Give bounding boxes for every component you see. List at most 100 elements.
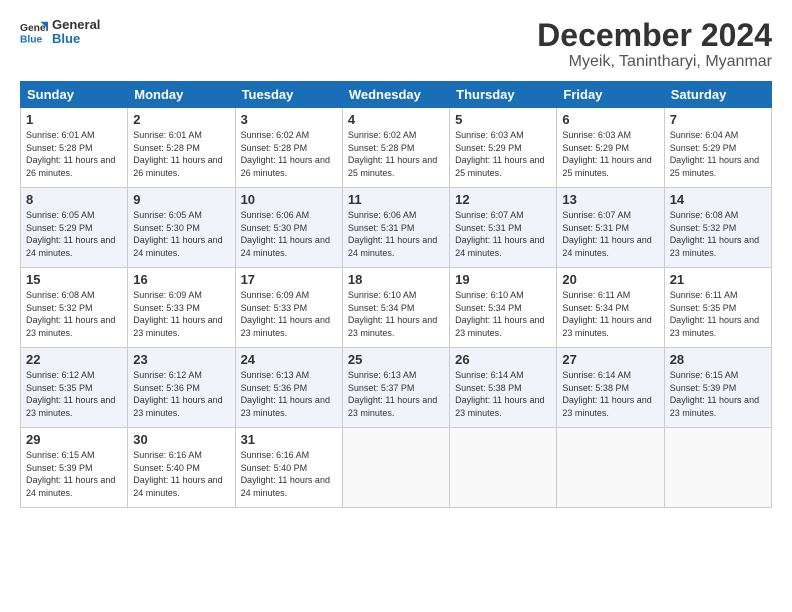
day-info: Sunrise: 6:07 AMSunset: 5:31 PMDaylight:…	[455, 210, 544, 258]
calendar-cell: 1 Sunrise: 6:01 AMSunset: 5:28 PMDayligh…	[21, 108, 128, 188]
calendar-cell	[450, 428, 557, 508]
day-info: Sunrise: 6:04 AMSunset: 5:29 PMDaylight:…	[670, 130, 759, 178]
day-number: 6	[562, 112, 658, 127]
calendar-table: SundayMondayTuesdayWednesdayThursdayFrid…	[20, 81, 772, 508]
calendar-cell: 9 Sunrise: 6:05 AMSunset: 5:30 PMDayligh…	[128, 188, 235, 268]
day-number: 3	[241, 112, 337, 127]
day-info: Sunrise: 6:15 AMSunset: 5:39 PMDaylight:…	[26, 450, 115, 498]
calendar-cell: 7 Sunrise: 6:04 AMSunset: 5:29 PMDayligh…	[664, 108, 771, 188]
day-info: Sunrise: 6:05 AMSunset: 5:30 PMDaylight:…	[133, 210, 222, 258]
day-number: 29	[26, 432, 122, 447]
day-info: Sunrise: 6:03 AMSunset: 5:29 PMDaylight:…	[562, 130, 651, 178]
day-info: Sunrise: 6:03 AMSunset: 5:29 PMDaylight:…	[455, 130, 544, 178]
day-info: Sunrise: 6:07 AMSunset: 5:31 PMDaylight:…	[562, 210, 651, 258]
day-info: Sunrise: 6:01 AMSunset: 5:28 PMDaylight:…	[26, 130, 115, 178]
calendar-cell: 13 Sunrise: 6:07 AMSunset: 5:31 PMDaylig…	[557, 188, 664, 268]
day-info: Sunrise: 6:16 AMSunset: 5:40 PMDaylight:…	[241, 450, 330, 498]
calendar-cell: 17 Sunrise: 6:09 AMSunset: 5:33 PMDaylig…	[235, 268, 342, 348]
day-info: Sunrise: 6:14 AMSunset: 5:38 PMDaylight:…	[562, 370, 651, 418]
day-number: 19	[455, 272, 551, 287]
day-number: 25	[348, 352, 444, 367]
day-number: 1	[26, 112, 122, 127]
day-number: 15	[26, 272, 122, 287]
weekday-header-saturday: Saturday	[664, 82, 771, 108]
calendar-cell: 23 Sunrise: 6:12 AMSunset: 5:36 PMDaylig…	[128, 348, 235, 428]
day-info: Sunrise: 6:11 AMSunset: 5:35 PMDaylight:…	[670, 290, 759, 338]
calendar-cell: 2 Sunrise: 6:01 AMSunset: 5:28 PMDayligh…	[128, 108, 235, 188]
day-number: 2	[133, 112, 229, 127]
day-number: 22	[26, 352, 122, 367]
title-block: December 2024 Myeik, Tanintharyi, Myanma…	[537, 18, 772, 71]
logo: General Blue General Blue	[20, 18, 100, 47]
logo-icon: General Blue	[20, 18, 48, 46]
calendar-cell: 29 Sunrise: 6:15 AMSunset: 5:39 PMDaylig…	[21, 428, 128, 508]
day-info: Sunrise: 6:06 AMSunset: 5:30 PMDaylight:…	[241, 210, 330, 258]
calendar-cell: 14 Sunrise: 6:08 AMSunset: 5:32 PMDaylig…	[664, 188, 771, 268]
day-info: Sunrise: 6:10 AMSunset: 5:34 PMDaylight:…	[348, 290, 437, 338]
calendar-cell: 12 Sunrise: 6:07 AMSunset: 5:31 PMDaylig…	[450, 188, 557, 268]
day-info: Sunrise: 6:02 AMSunset: 5:28 PMDaylight:…	[348, 130, 437, 178]
calendar-week-row: 8 Sunrise: 6:05 AMSunset: 5:29 PMDayligh…	[21, 188, 772, 268]
calendar-cell: 21 Sunrise: 6:11 AMSunset: 5:35 PMDaylig…	[664, 268, 771, 348]
day-info: Sunrise: 6:06 AMSunset: 5:31 PMDaylight:…	[348, 210, 437, 258]
day-info: Sunrise: 6:09 AMSunset: 5:33 PMDaylight:…	[133, 290, 222, 338]
calendar-body: 1 Sunrise: 6:01 AMSunset: 5:28 PMDayligh…	[21, 108, 772, 508]
calendar-cell: 5 Sunrise: 6:03 AMSunset: 5:29 PMDayligh…	[450, 108, 557, 188]
day-number: 30	[133, 432, 229, 447]
day-info: Sunrise: 6:15 AMSunset: 5:39 PMDaylight:…	[670, 370, 759, 418]
day-info: Sunrise: 6:11 AMSunset: 5:34 PMDaylight:…	[562, 290, 651, 338]
day-info: Sunrise: 6:12 AMSunset: 5:36 PMDaylight:…	[133, 370, 222, 418]
day-number: 17	[241, 272, 337, 287]
weekday-header-sunday: Sunday	[21, 82, 128, 108]
calendar-cell: 22 Sunrise: 6:12 AMSunset: 5:35 PMDaylig…	[21, 348, 128, 428]
day-info: Sunrise: 6:08 AMSunset: 5:32 PMDaylight:…	[670, 210, 759, 258]
day-number: 28	[670, 352, 766, 367]
day-info: Sunrise: 6:05 AMSunset: 5:29 PMDaylight:…	[26, 210, 115, 258]
calendar-cell: 16 Sunrise: 6:09 AMSunset: 5:33 PMDaylig…	[128, 268, 235, 348]
day-number: 23	[133, 352, 229, 367]
day-number: 13	[562, 192, 658, 207]
calendar-cell	[342, 428, 449, 508]
calendar-cell: 28 Sunrise: 6:15 AMSunset: 5:39 PMDaylig…	[664, 348, 771, 428]
weekday-header-monday: Monday	[128, 82, 235, 108]
weekday-row: SundayMondayTuesdayWednesdayThursdayFrid…	[21, 82, 772, 108]
day-info: Sunrise: 6:12 AMSunset: 5:35 PMDaylight:…	[26, 370, 115, 418]
calendar-cell: 24 Sunrise: 6:13 AMSunset: 5:36 PMDaylig…	[235, 348, 342, 428]
day-number: 8	[26, 192, 122, 207]
location: Myeik, Tanintharyi, Myanmar	[537, 53, 772, 71]
calendar-cell: 27 Sunrise: 6:14 AMSunset: 5:38 PMDaylig…	[557, 348, 664, 428]
calendar-cell: 11 Sunrise: 6:06 AMSunset: 5:31 PMDaylig…	[342, 188, 449, 268]
calendar-cell: 18 Sunrise: 6:10 AMSunset: 5:34 PMDaylig…	[342, 268, 449, 348]
day-number: 21	[670, 272, 766, 287]
day-number: 10	[241, 192, 337, 207]
weekday-header-tuesday: Tuesday	[235, 82, 342, 108]
page: General Blue General Blue December 2024 …	[0, 0, 792, 518]
logo-general-text: General	[52, 18, 100, 32]
calendar-cell: 26 Sunrise: 6:14 AMSunset: 5:38 PMDaylig…	[450, 348, 557, 428]
header: General Blue General Blue December 2024 …	[20, 18, 772, 71]
calendar-cell: 4 Sunrise: 6:02 AMSunset: 5:28 PMDayligh…	[342, 108, 449, 188]
month-title: December 2024	[537, 18, 772, 53]
day-number: 18	[348, 272, 444, 287]
day-number: 9	[133, 192, 229, 207]
calendar-cell: 6 Sunrise: 6:03 AMSunset: 5:29 PMDayligh…	[557, 108, 664, 188]
day-number: 4	[348, 112, 444, 127]
weekday-header-friday: Friday	[557, 82, 664, 108]
day-info: Sunrise: 6:13 AMSunset: 5:36 PMDaylight:…	[241, 370, 330, 418]
calendar-cell: 20 Sunrise: 6:11 AMSunset: 5:34 PMDaylig…	[557, 268, 664, 348]
calendar-week-row: 29 Sunrise: 6:15 AMSunset: 5:39 PMDaylig…	[21, 428, 772, 508]
calendar-week-row: 22 Sunrise: 6:12 AMSunset: 5:35 PMDaylig…	[21, 348, 772, 428]
calendar-cell: 30 Sunrise: 6:16 AMSunset: 5:40 PMDaylig…	[128, 428, 235, 508]
day-number: 12	[455, 192, 551, 207]
day-number: 26	[455, 352, 551, 367]
day-number: 14	[670, 192, 766, 207]
day-info: Sunrise: 6:08 AMSunset: 5:32 PMDaylight:…	[26, 290, 115, 338]
calendar-cell: 25 Sunrise: 6:13 AMSunset: 5:37 PMDaylig…	[342, 348, 449, 428]
day-number: 5	[455, 112, 551, 127]
calendar-cell: 19 Sunrise: 6:10 AMSunset: 5:34 PMDaylig…	[450, 268, 557, 348]
calendar-cell	[664, 428, 771, 508]
calendar-cell: 10 Sunrise: 6:06 AMSunset: 5:30 PMDaylig…	[235, 188, 342, 268]
day-number: 16	[133, 272, 229, 287]
day-info: Sunrise: 6:10 AMSunset: 5:34 PMDaylight:…	[455, 290, 544, 338]
day-info: Sunrise: 6:13 AMSunset: 5:37 PMDaylight:…	[348, 370, 437, 418]
